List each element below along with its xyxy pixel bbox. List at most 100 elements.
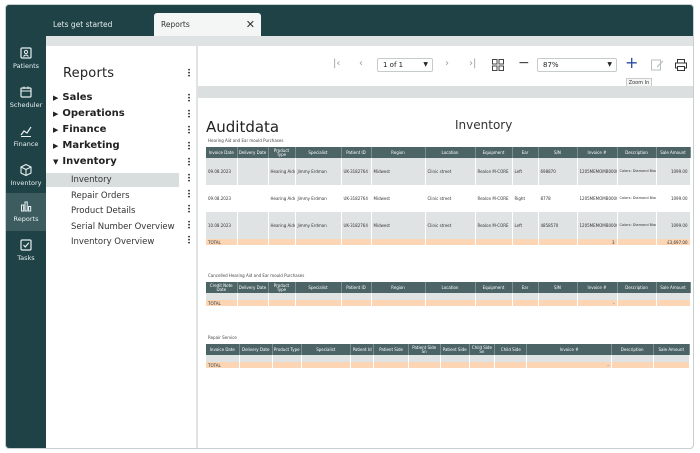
table-row: 09.08.2023 Hearing Aids Jimmy Erdman UK-318… <box>206 158 691 185</box>
nav-category-marketing[interactable]: ▶ Marketing <box>53 140 120 151</box>
column-header: Invoice Date <box>206 147 238 158</box>
table-cell <box>350 362 375 368</box>
table-cell: Clinic street <box>425 212 476 239</box>
section-caption: Cancelled Hearing Aid and Ear mould Purc… <box>208 273 305 278</box>
more-icon[interactable] <box>187 236 191 246</box>
table-cell: Jimmy Erdman <box>295 158 342 185</box>
page-select-value: 1 of 1 <box>383 61 404 69</box>
purchases-table: Invoice Date Delivery Date Product Type Spe… <box>206 147 691 245</box>
table-cell: Hearing Aids <box>268 158 296 185</box>
more-icon[interactable] <box>187 142 191 152</box>
more-icon[interactable] <box>187 158 191 168</box>
table-cell <box>469 355 496 362</box>
more-icon[interactable] <box>187 221 191 231</box>
table-cell: UK-3182764 <box>341 185 372 212</box>
rail-item-reports[interactable]: Reports <box>6 193 46 231</box>
table-cell <box>268 293 296 300</box>
table-cell: 1099.00 <box>656 158 691 185</box>
table-cell: TOTAL <box>206 300 238 306</box>
more-icon[interactable] <box>187 190 191 200</box>
table-cell: Left <box>512 212 539 239</box>
table-cell: Clinic street <box>425 185 476 212</box>
table-cell: Hearing Aids <box>268 185 296 212</box>
column-header: Specialist <box>295 282 342 293</box>
column-header: S/N <box>538 147 578 158</box>
table-cell: 698870 <box>538 158 578 185</box>
rail-item-finance[interactable]: Finance <box>6 118 46 156</box>
rail-item-patients[interactable]: Patients <box>6 40 46 78</box>
table-cell <box>301 362 351 368</box>
table-cell: TOTAL <box>206 362 240 368</box>
bar-chart-icon <box>21 201 32 212</box>
table-cell <box>237 185 269 212</box>
table-cell <box>295 300 342 306</box>
nav-item-serial-number-overview[interactable]: Serial Number Overview <box>46 220 179 234</box>
reports-nav: Reports ▶Sales ▶Operations ▶Finance ▶Mar… <box>46 46 196 448</box>
table-cell <box>295 239 342 245</box>
table-cell: 1205MEMOMB000000 <box>577 212 618 239</box>
more-icon[interactable] <box>187 174 191 184</box>
table-cell <box>272 362 302 368</box>
print-icon[interactable] <box>674 58 688 72</box>
column-header: S/N <box>538 282 578 293</box>
report-brand: Auditdata <box>206 118 280 136</box>
column-header: Sale Amount <box>653 344 691 355</box>
table-cell <box>475 293 513 300</box>
column-header: Equipment <box>475 147 513 158</box>
grid-view-icon[interactable] <box>491 58 505 72</box>
table-cell: 1205MEMOMB000000 <box>577 185 618 212</box>
nav-category-inventory[interactable]: ▼ Inventory <box>53 156 117 167</box>
table-cell <box>440 355 470 362</box>
nav-item-product-details[interactable]: Product Details <box>46 204 179 218</box>
first-page-icon[interactable]: |‹ <box>333 58 340 69</box>
last-page-icon[interactable]: ›| <box>469 58 476 69</box>
more-icon[interactable] <box>187 110 191 120</box>
nav-category-operations[interactable]: ▶ Operations <box>53 108 125 119</box>
more-icon[interactable] <box>187 126 191 136</box>
rail-item-tasks[interactable]: Tasks <box>6 232 46 270</box>
page-select[interactable]: 1 of 1 ▼ <box>377 58 433 72</box>
previous-page-icon[interactable]: ‹ <box>359 58 363 69</box>
next-page-icon[interactable]: › <box>445 58 449 69</box>
nav-category-sales[interactable]: ▶ Sales <box>53 92 93 103</box>
checkbox-icon <box>20 239 32 251</box>
nav-item-repair-orders[interactable]: Repair Orders <box>46 189 179 203</box>
zoom-out-icon[interactable]: − <box>518 55 530 71</box>
nav-category-finance[interactable]: ▶ Finance <box>53 124 106 135</box>
table-cell: UK-3182764 <box>341 158 372 185</box>
report-viewer: |‹ ‹ 1 of 1 ▼ › ›| − 87% ▼ + Zoom In Audit… <box>198 46 693 448</box>
table-cell <box>425 293 476 300</box>
table-row: 09.08.2023 Hearing Aids Jimmy Erdman UK-318… <box>206 185 691 212</box>
rail-item-inventory[interactable]: Inventory <box>6 157 46 195</box>
nav-item-inventory-overview[interactable]: Inventory Overview <box>46 235 179 249</box>
tab-lets-get-started[interactable]: Lets get started <box>46 13 154 36</box>
column-header: Location <box>425 282 476 293</box>
column-header: Description <box>617 147 657 158</box>
tab-reports[interactable]: Reports ✕ <box>154 13 261 36</box>
table-cell <box>206 293 238 300</box>
table-cell <box>617 300 657 306</box>
more-icon[interactable] <box>187 94 191 104</box>
caret-right-icon: ▶ <box>53 142 59 150</box>
table-cell: TOTAL <box>206 239 238 245</box>
more-icon[interactable] <box>187 205 191 215</box>
column-header: Delivery Date <box>237 282 269 293</box>
table-cell <box>301 355 351 362</box>
table-cell <box>272 355 302 362</box>
column-header: Description <box>617 282 657 293</box>
table-cell: Clinic street <box>425 158 476 185</box>
nav-item-inventory[interactable]: Inventory <box>46 173 179 187</box>
zoom-in-icon[interactable]: + <box>625 53 638 72</box>
table-cell <box>237 212 269 239</box>
rail-item-scheduler[interactable]: Scheduler <box>6 79 46 117</box>
close-icon[interactable]: ✕ <box>246 13 255 36</box>
zoom-select-value: 87% <box>543 61 559 69</box>
edit-document-icon[interactable] <box>650 58 665 72</box>
table-cell <box>373 355 409 362</box>
more-icon[interactable] <box>187 69 191 79</box>
zoom-select[interactable]: 87% ▼ <box>537 58 617 72</box>
table-cell <box>494 362 528 368</box>
page-title: Reports <box>63 66 115 81</box>
table-row <box>206 293 691 300</box>
table-cell <box>237 293 269 300</box>
